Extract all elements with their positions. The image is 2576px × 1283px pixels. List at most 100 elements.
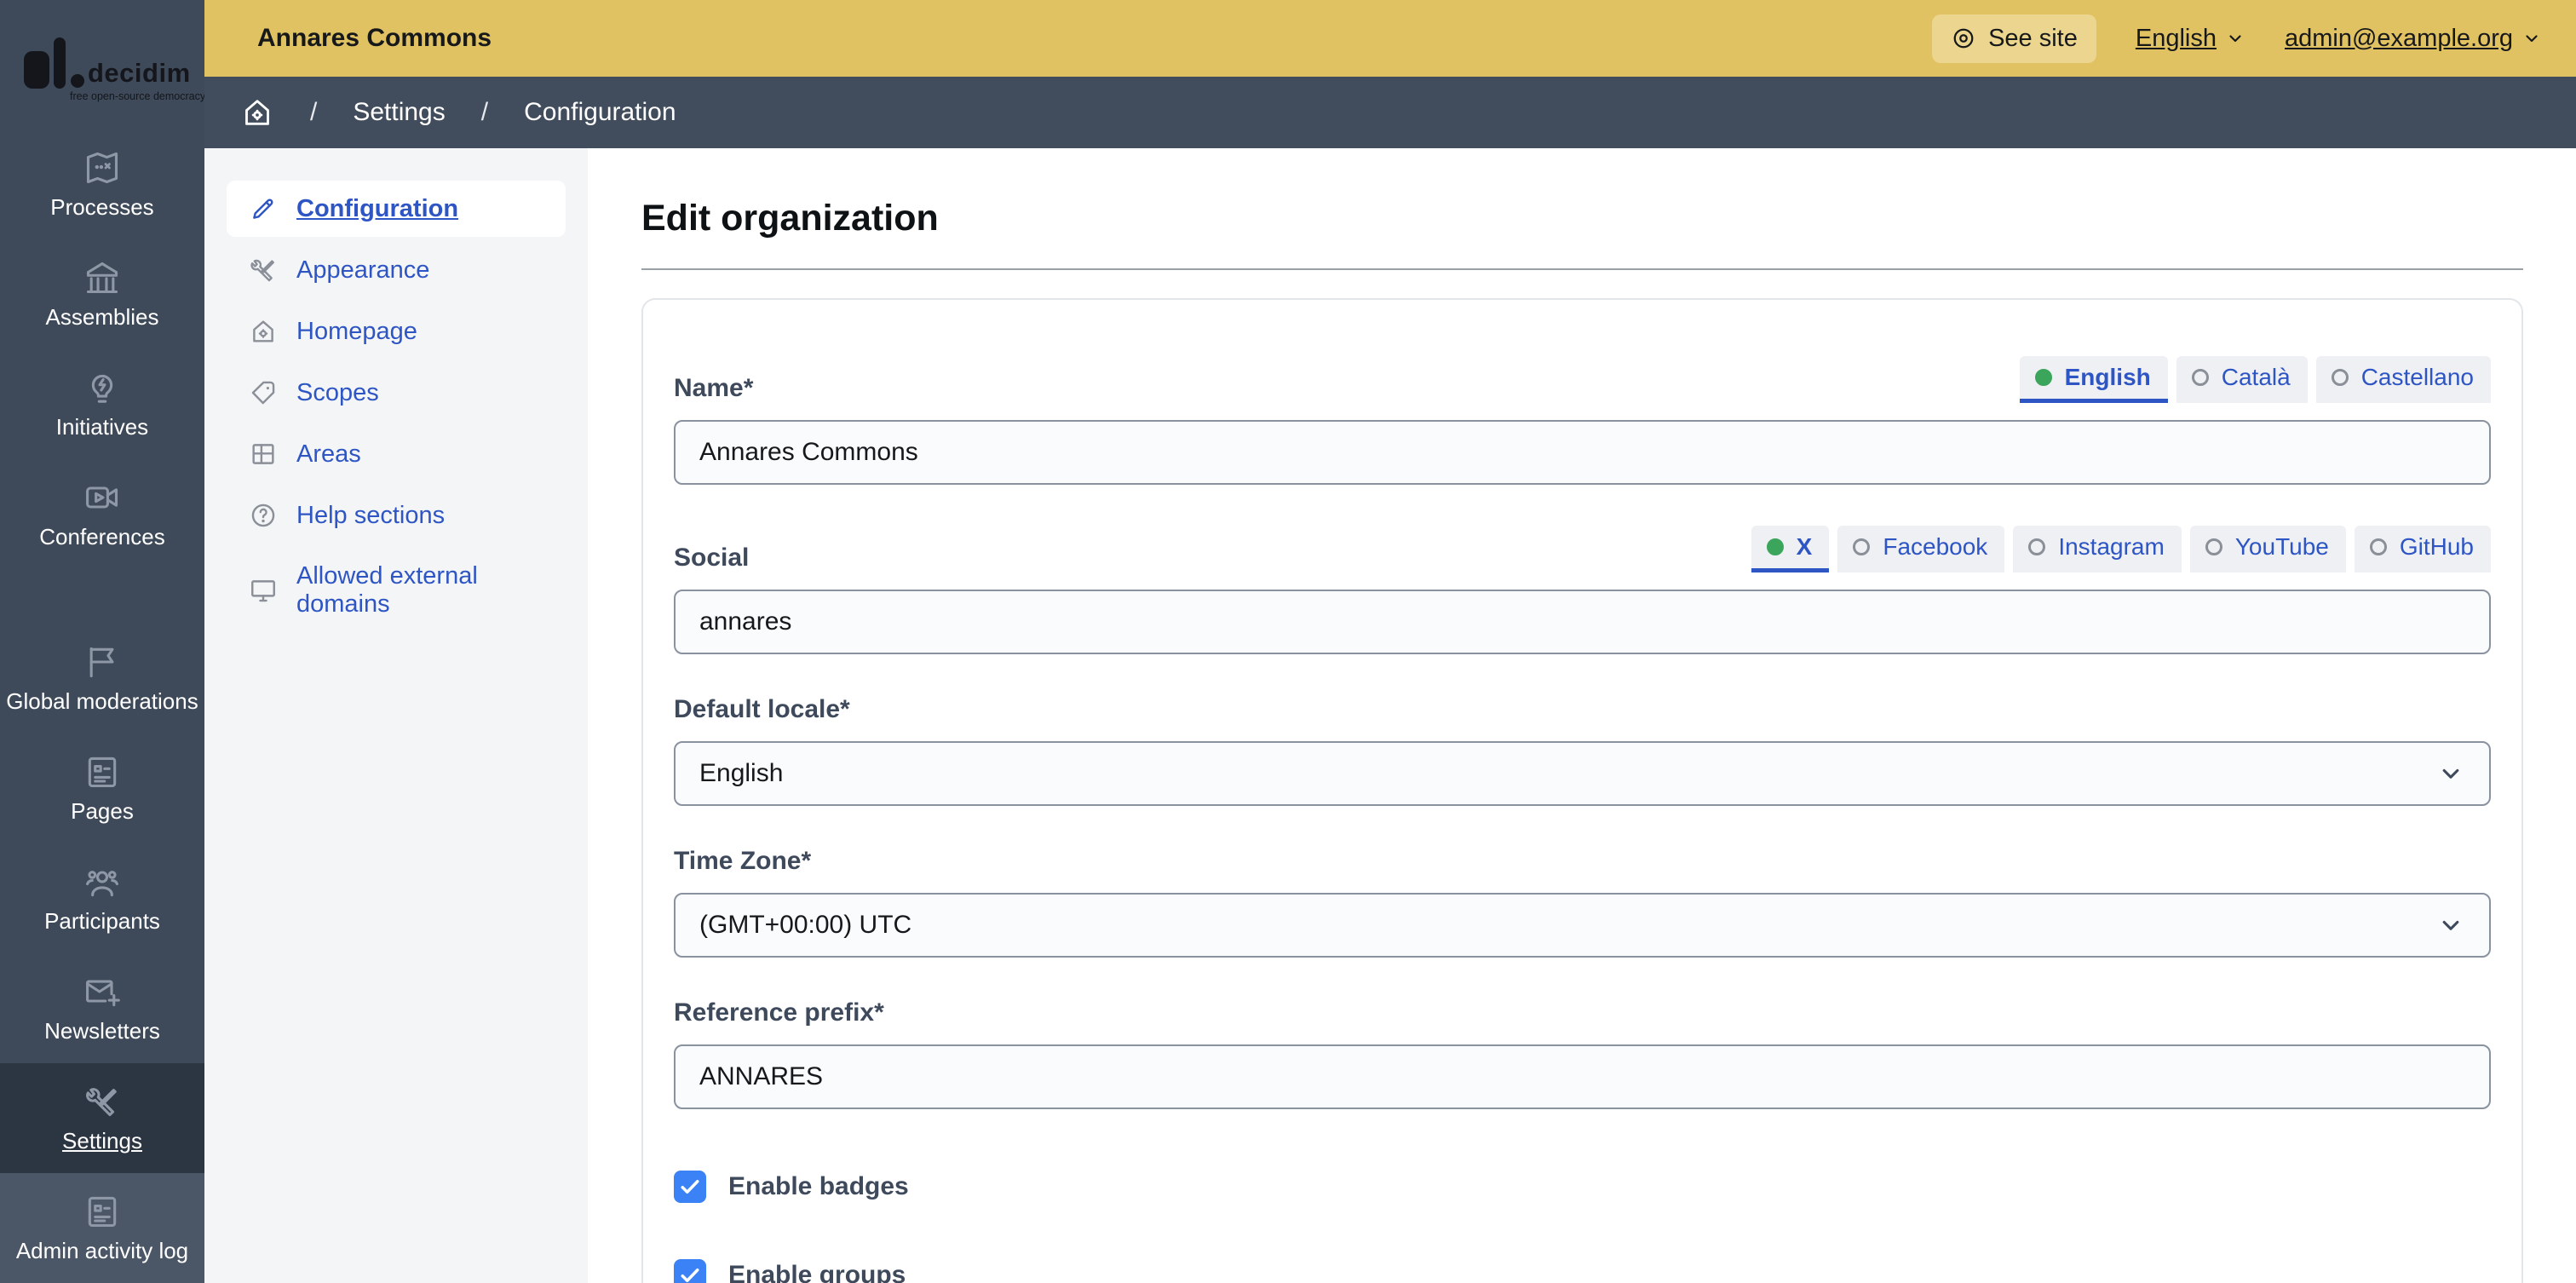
content-area: Configuration Appearance Homepage Scopes…	[204, 148, 2576, 1283]
sidebar-item-settings[interactable]: Settings	[0, 1063, 204, 1173]
social-field: Social X Facebook Instagram YouTube GitH…	[674, 526, 2491, 654]
chevron-down-icon	[2521, 28, 2542, 49]
name-input[interactable]	[674, 420, 2491, 485]
submenu-item-scopes[interactable]: Scopes	[227, 365, 566, 421]
breadcrumb-settings[interactable]: Settings	[353, 98, 445, 127]
submenu-item-help-sections[interactable]: Help sections	[227, 487, 566, 544]
article-icon	[83, 753, 121, 791]
chevron-down-icon	[2225, 28, 2245, 49]
chevron-down-icon	[2436, 911, 2465, 940]
enable-groups-label: Enable groups	[728, 1261, 906, 1283]
title-divider	[641, 268, 2523, 270]
pencil-icon	[249, 194, 278, 223]
page-title: Edit organization	[641, 198, 939, 239]
question-circle-icon	[249, 501, 278, 530]
social-tab-facebook[interactable]: Facebook	[1837, 526, 2005, 572]
decidim-admin-app: decidim free open-source democracy Proce…	[0, 0, 2576, 1283]
team-icon	[83, 863, 121, 900]
social-tab-youtube[interactable]: YouTube	[2189, 526, 2346, 572]
sidebar-item-processes[interactable]: Processes	[0, 129, 204, 239]
language-menu-button[interactable]: English	[2136, 25, 2245, 53]
price-tag-icon	[249, 378, 278, 407]
account-menu-button[interactable]: admin@example.org	[2285, 25, 2542, 53]
radio-selected-icon	[1766, 538, 1784, 555]
name-language-tabs: English Català Castellano	[2019, 356, 2491, 403]
sidebar-item-initiatives[interactable]: Initiatives	[0, 349, 204, 459]
sidebar-item-admin-activity-log[interactable]: Admin activity log	[0, 1173, 204, 1283]
submenu-item-appearance[interactable]: Appearance	[227, 242, 566, 298]
map-icon	[83, 149, 121, 187]
radio-icon	[1853, 538, 1871, 555]
primary-nav: Processes Assemblies Initiatives Confere…	[0, 129, 204, 1283]
name-label: Name*	[674, 374, 754, 402]
flag-icon	[83, 643, 121, 681]
social-tab-instagram[interactable]: Instagram	[2013, 526, 2182, 572]
tools-icon	[249, 256, 278, 285]
topbar-actions: See site English admin@example.org	[1932, 14, 2542, 63]
article-icon	[83, 1193, 121, 1230]
home-gear-icon	[249, 317, 278, 346]
chevron-down-icon	[2436, 759, 2465, 788]
eye-icon	[1951, 26, 1976, 51]
submenu-item-areas[interactable]: Areas	[227, 426, 566, 482]
primary-sidebar: decidim free open-source democracy Proce…	[0, 0, 204, 1283]
radio-selected-icon	[2034, 369, 2052, 386]
logo-shape	[54, 37, 66, 89]
edit-organization-page: Edit organization Name* English Català C…	[588, 148, 2576, 1283]
home-icon[interactable]	[240, 95, 274, 129]
topbar: Annares Commons See site English admin@e…	[204, 0, 2576, 77]
see-site-button[interactable]: See site	[1932, 14, 2096, 63]
radio-icon	[2205, 538, 2222, 555]
submenu-item-allowed-external-domains[interactable]: Allowed external domains	[227, 549, 566, 632]
organization-name: Annares Commons	[257, 24, 492, 52]
sidebar-item-assemblies[interactable]: Assemblies	[0, 239, 204, 349]
grid-icon	[249, 440, 278, 469]
breadcrumb: / Settings / Configuration	[204, 77, 2576, 148]
submenu-item-homepage[interactable]: Homepage	[227, 303, 566, 360]
mail-add-icon	[83, 973, 121, 1010]
main-column: Annares Commons See site English admin@e…	[204, 0, 2576, 1283]
enable-badges-label: Enable badges	[728, 1172, 909, 1200]
language-tab-english[interactable]: English	[2019, 356, 2168, 403]
sidebar-item-pages[interactable]: Pages	[0, 734, 204, 843]
social-handle-input[interactable]	[674, 590, 2491, 654]
breadcrumb-separator: /	[310, 98, 318, 126]
radio-icon	[2331, 369, 2349, 386]
reference-prefix-input[interactable]	[674, 1044, 2491, 1109]
social-tab-x[interactable]: X	[1751, 526, 1830, 572]
time-zone-select[interactable]: (GMT+00:00) UTC	[674, 893, 2491, 958]
lightbulb-flash-icon	[83, 369, 121, 406]
sidebar-item-global-moderations[interactable]: Global moderations	[0, 624, 204, 734]
language-tab-castellano[interactable]: Castellano	[2315, 356, 2491, 403]
enable-badges-checkbox[interactable]	[674, 1171, 706, 1203]
sidebar-section-divider	[0, 569, 204, 624]
enable-badges-row: Enable badges	[674, 1171, 2491, 1203]
computer-icon	[249, 576, 278, 605]
time-zone-label: Time Zone*	[674, 847, 812, 875]
sidebar-item-conferences[interactable]: Conferences	[0, 459, 204, 569]
social-tab-github[interactable]: GitHub	[2354, 526, 2491, 572]
radio-icon	[2028, 538, 2046, 555]
social-label: Social	[674, 544, 750, 572]
default-locale-field: Default locale* English	[674, 695, 2491, 806]
tools-icon	[83, 1083, 121, 1120]
enable-groups-row: Enable groups	[674, 1259, 2491, 1283]
settings-submenu: Configuration Appearance Homepage Scopes…	[204, 148, 588, 1283]
breadcrumb-configuration[interactable]: Configuration	[524, 98, 676, 127]
sidebar-item-newsletters[interactable]: Newsletters	[0, 953, 204, 1063]
radio-icon	[2191, 369, 2209, 386]
submenu-item-configuration[interactable]: Configuration	[227, 181, 566, 237]
breadcrumb-separator: /	[480, 98, 489, 126]
logo-tagline: free open-source democracy	[70, 90, 204, 102]
enable-groups-checkbox[interactable]	[674, 1259, 706, 1283]
logo-brand-text: decidim	[88, 58, 191, 88]
language-tab-catala[interactable]: Català	[2176, 356, 2308, 403]
reference-prefix-field: Reference prefix*	[674, 998, 2491, 1109]
video-camera-icon	[83, 479, 121, 516]
social-network-tabs: X Facebook Instagram YouTube GitHub	[1751, 526, 2491, 572]
decidim-logo[interactable]: decidim free open-source democracy	[0, 0, 204, 129]
sidebar-item-participants[interactable]: Participants	[0, 843, 204, 953]
default-locale-select[interactable]: English	[674, 741, 2491, 806]
time-zone-field: Time Zone* (GMT+00:00) UTC	[674, 847, 2491, 958]
edit-organization-form-card: Name* English Català Castellano Annares …	[641, 298, 2523, 1283]
